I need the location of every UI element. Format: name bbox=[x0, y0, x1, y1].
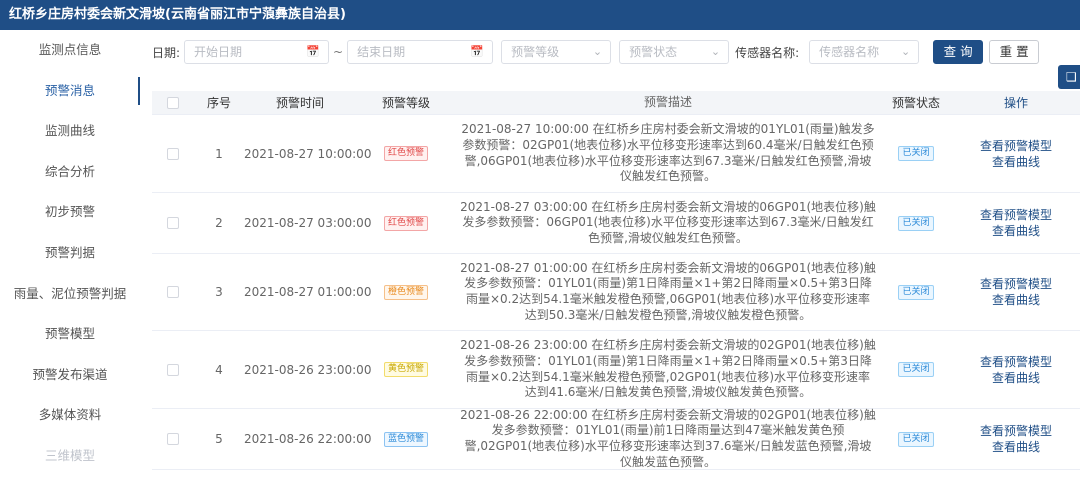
row-time: 2021-08-27 03:00:00 bbox=[244, 216, 372, 230]
sidebar-item-warning-criteria[interactable]: 预警判据 bbox=[0, 233, 140, 274]
view-model-link[interactable]: 查看预警模型 bbox=[952, 207, 1080, 223]
view-model-link[interactable]: 查看预警模型 bbox=[952, 138, 1080, 154]
view-curve-link[interactable]: 查看曲线 bbox=[952, 223, 1080, 239]
row-checkbox[interactable] bbox=[152, 217, 194, 229]
export-icon[interactable]: ❑ bbox=[1058, 65, 1080, 89]
sidebar-item-rain-mud-criteria[interactable]: 雨量、泥位预警判据 bbox=[0, 274, 140, 315]
row-checkbox[interactable] bbox=[152, 433, 194, 445]
row-no: 5 bbox=[215, 432, 223, 446]
sidebar: 监测点信息 预警消息 监测曲线 综合分析 初步预警 预警判据 雨量、泥位预警判据… bbox=[0, 30, 140, 470]
view-model-link[interactable]: 查看预警模型 bbox=[952, 423, 1080, 439]
calendar-icon: 📅 bbox=[306, 45, 321, 58]
row-description: 2021-08-26 22:00:00 在红桥乡庄房村委会新文滑坡的02GP01… bbox=[460, 407, 876, 469]
header-status: 预警状态 bbox=[891, 96, 940, 110]
reset-button[interactable]: 重 置 bbox=[989, 40, 1040, 64]
date-separator: ~ bbox=[333, 45, 344, 59]
status-badge: 已关闭 bbox=[898, 431, 934, 447]
view-model-link[interactable]: 查看预警模型 bbox=[952, 354, 1080, 370]
row-description: 2021-08-27 10:00:00 在红桥乡庄房村委会新文滑坡的01YL01… bbox=[461, 122, 875, 184]
level-badge: 橙色预警 bbox=[383, 284, 428, 300]
search-button[interactable]: 查 询 bbox=[933, 40, 984, 64]
level-badge: 蓝色预警 bbox=[383, 431, 428, 447]
sidebar-item-analysis[interactable]: 综合分析 bbox=[0, 152, 140, 193]
end-date-input[interactable]: 结束日期 📅 bbox=[347, 40, 494, 64]
chevron-down-icon: ⌄ bbox=[900, 45, 911, 58]
row-no: 3 bbox=[215, 285, 223, 299]
sidebar-item-monitoring-curve[interactable]: 监测曲线 bbox=[0, 111, 140, 152]
row-no: 1 bbox=[215, 146, 223, 161]
table-header: 序号 预警时间 预警等级 预警描述 预警状态 操作 bbox=[152, 91, 1080, 115]
alert-table: 序号 预警时间 预警等级 预警描述 预警状态 操作 1 2021-08-27 1… bbox=[152, 91, 1080, 470]
view-curve-link[interactable]: 查看曲线 bbox=[952, 154, 1080, 170]
header-level: 预警等级 bbox=[381, 96, 430, 110]
row-checkbox[interactable] bbox=[152, 286, 194, 298]
table-row: 1 2021-08-27 10:00:00 红色预警 2021-08-27 10… bbox=[152, 115, 1080, 193]
row-time: 2021-08-27 01:00:00 bbox=[244, 285, 372, 299]
date-label: 日期: bbox=[152, 45, 181, 60]
row-checkbox[interactable] bbox=[152, 147, 194, 160]
row-no: 2 bbox=[215, 216, 223, 230]
header-ops: 操作 bbox=[1003, 95, 1028, 110]
start-date-input[interactable]: 开始日期 📅 bbox=[184, 40, 330, 64]
sidebar-item-monitoring-info[interactable]: 监测点信息 bbox=[0, 30, 140, 71]
sensor-label: 传感器名称: bbox=[735, 45, 800, 60]
sidebar-item-multimedia[interactable]: 多媒体资料 bbox=[0, 395, 140, 436]
sidebar-item-publish-channels[interactable]: 预警发布渠道 bbox=[0, 355, 140, 396]
status-badge: 已关闭 bbox=[898, 362, 934, 377]
level-badge: 红色预警 bbox=[383, 146, 428, 161]
level-select[interactable]: 预警等级 ⌄ bbox=[501, 40, 612, 64]
row-description: 2021-08-27 03:00:00 在红桥乡庄房村委会新文滑坡的06GP01… bbox=[460, 199, 876, 245]
sidebar-item-warning-model[interactable]: 预警模型 bbox=[0, 314, 140, 355]
status-badge: 已关闭 bbox=[898, 215, 934, 231]
view-curve-link[interactable]: 查看曲线 bbox=[952, 370, 1080, 386]
row-no: 4 bbox=[215, 362, 223, 377]
view-model-link[interactable]: 查看预警模型 bbox=[952, 276, 1080, 292]
select-all-checkbox[interactable] bbox=[152, 96, 194, 109]
level-badge: 黄色预警 bbox=[383, 362, 428, 377]
header-time: 预警时间 bbox=[275, 96, 324, 110]
row-time: 2021-08-27 10:00:00 bbox=[244, 146, 372, 161]
header-desc: 预警描述 bbox=[643, 94, 692, 109]
row-checkbox[interactable] bbox=[152, 363, 194, 376]
calendar-icon: 📅 bbox=[470, 45, 485, 58]
level-badge: 红色预警 bbox=[383, 215, 428, 231]
row-description: 2021-08-27 01:00:00 在红桥乡庄房村委会新文滑坡的06GP01… bbox=[460, 260, 876, 322]
sidebar-item-initial-warning[interactable]: 初步预警 bbox=[0, 192, 140, 233]
status-badge: 已关闭 bbox=[898, 284, 934, 300]
sensor-select[interactable]: 传感器名称 ⌄ bbox=[809, 40, 920, 64]
view-curve-link[interactable]: 查看曲线 bbox=[952, 439, 1080, 455]
filter-bar: 日期: 开始日期 📅 ~ 结束日期 📅 预警等级 ⌄ 预警状态 ⌄ 传感器名称:… bbox=[152, 40, 1080, 64]
chevron-down-icon: ⌄ bbox=[710, 45, 721, 58]
chevron-down-icon: ⌄ bbox=[592, 45, 603, 58]
view-curve-link[interactable]: 查看曲线 bbox=[952, 292, 1080, 308]
row-time: 2021-08-26 22:00:00 bbox=[244, 432, 372, 446]
row-description: 2021-08-26 23:00:00 在红桥乡庄房村委会新文滑坡的02GP01… bbox=[460, 338, 876, 400]
page-title: 红桥乡庄房村委会新文滑坡(云南省丽江市宁蒗彝族自治县) bbox=[0, 0, 1080, 30]
status-select[interactable]: 预警状态 ⌄ bbox=[619, 40, 730, 64]
sidebar-item-alert-messages[interactable]: 预警消息 bbox=[0, 71, 140, 112]
status-badge: 已关闭 bbox=[898, 146, 934, 161]
table-row: 5 2021-08-26 22:00:00 蓝色预警 2021-08-26 22… bbox=[152, 407, 1080, 470]
header-no: 序号 bbox=[206, 96, 231, 110]
sidebar-item-3d-model: 三维模型 bbox=[44, 447, 95, 463]
row-time: 2021-08-26 23:00:00 bbox=[244, 362, 372, 377]
table-row: 3 2021-08-27 01:00:00 橙色预警 2021-08-27 01… bbox=[152, 254, 1080, 331]
table-row: 2 2021-08-27 03:00:00 红色预警 2021-08-27 03… bbox=[152, 193, 1080, 254]
table-row: 4 2021-08-26 23:00:00 黄色预警 2021-08-26 23… bbox=[152, 331, 1080, 409]
